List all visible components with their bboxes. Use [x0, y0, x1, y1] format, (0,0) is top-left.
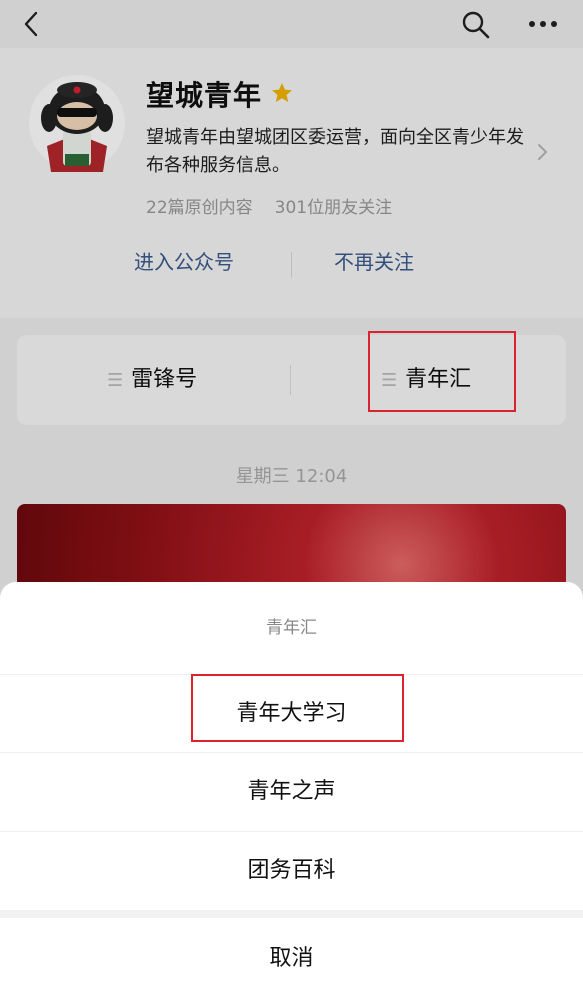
wechat-account-page: 望城青年 望城青年由望城团区委运营，面向全区青少年发布各种服务信息。 22篇原创…: [0, 0, 583, 1000]
sheet-option-youth-voice[interactable]: 青年之声: [0, 752, 583, 831]
action-sheet: 青年汇 青年大学习 青年之声 团务百科 取消: [0, 582, 583, 1000]
sheet-option-league-wiki[interactable]: 团务百科: [0, 831, 583, 910]
cancel-button[interactable]: 取消: [0, 918, 583, 1000]
sheet-separator: [0, 910, 583, 918]
annotation-highlight-box: [368, 331, 516, 412]
annotation-highlight-box: [191, 674, 404, 742]
action-sheet-title: 青年汇: [266, 618, 317, 638]
